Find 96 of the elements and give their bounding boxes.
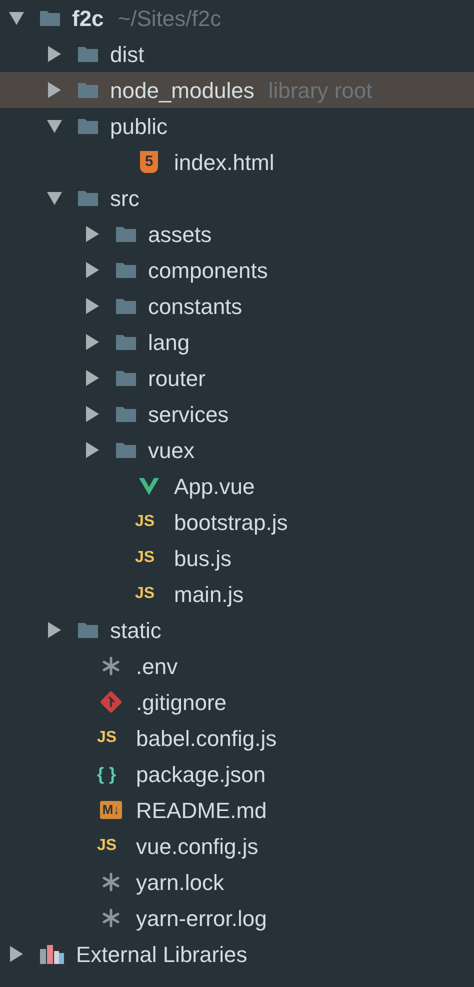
collapsed-arrow-icon[interactable] <box>46 82 62 98</box>
collapsed-arrow-icon[interactable] <box>46 622 62 638</box>
folder-icon <box>115 261 137 279</box>
item-label: src <box>110 184 140 212</box>
tree-row[interactable]: JS vue.config.js <box>0 828 474 864</box>
item-label: package.json <box>136 760 266 789</box>
tree-row[interactable]: JS bus.js <box>0 540 474 576</box>
folder-icon <box>115 225 137 243</box>
collapsed-arrow-icon[interactable] <box>84 262 100 278</box>
collapsed-arrow-icon[interactable] <box>46 46 62 62</box>
folder-icon <box>115 297 137 315</box>
js-icon: JS <box>135 586 163 602</box>
item-label: static <box>110 616 162 644</box>
tree-row[interactable]: node_modules library root <box>0 72 474 108</box>
expanded-arrow-icon[interactable] <box>8 10 24 26</box>
braces-icon: { } <box>97 765 125 783</box>
folder-icon <box>115 405 137 423</box>
expanded-arrow-icon[interactable] <box>46 118 62 134</box>
item-label: .env <box>136 652 178 680</box>
tree-row[interactable]: components <box>0 252 474 288</box>
tree-row[interactable]: App.vue <box>0 468 474 504</box>
folder-icon <box>115 369 137 387</box>
asterisk-icon <box>101 656 121 676</box>
item-label: yarn-error.log <box>136 904 267 933</box>
markdown-icon: M↓ <box>100 801 122 819</box>
tree-row[interactable]: constants <box>0 288 474 324</box>
item-label: components <box>148 256 268 285</box>
item-label: main.js <box>174 580 244 609</box>
asterisk-icon <box>101 908 121 928</box>
folder-icon <box>77 81 99 99</box>
item-label: constants <box>148 292 242 320</box>
tree-row[interactable]: M↓ README.md <box>0 792 474 828</box>
tree-row[interactable]: services <box>0 396 474 432</box>
item-label: App.vue <box>174 472 255 501</box>
tree-row[interactable]: yarn-error.log <box>0 900 474 936</box>
folder-icon <box>115 333 137 351</box>
item-label: yarn.lock <box>136 868 224 897</box>
tree-row[interactable]: .env <box>0 648 474 684</box>
vue-icon <box>138 477 160 495</box>
expanded-arrow-icon[interactable] <box>46 190 62 206</box>
item-label: public <box>110 112 168 141</box>
collapsed-arrow-icon[interactable] <box>84 442 100 458</box>
item-label: dist <box>110 40 144 68</box>
asterisk-icon <box>101 872 121 892</box>
tree-row[interactable]: assets <box>0 216 474 252</box>
item-label: router <box>148 364 206 392</box>
item-label: services <box>148 400 229 428</box>
item-label: assets <box>148 220 212 248</box>
collapsed-arrow-icon[interactable] <box>8 946 24 962</box>
tree-row[interactable]: vuex <box>0 432 474 468</box>
js-icon: JS <box>135 550 163 566</box>
collapsed-arrow-icon[interactable] <box>84 298 100 314</box>
tree-row[interactable]: lang <box>0 324 474 360</box>
item-label: vue.config.js <box>136 832 258 861</box>
item-label: node_modules <box>110 76 254 104</box>
item-label: bus.js <box>174 544 232 573</box>
item-hint: ~/Sites/f2c <box>118 4 222 32</box>
collapsed-arrow-icon[interactable] <box>84 406 100 422</box>
tree-row[interactable]: External Libraries <box>0 936 474 972</box>
tree-row[interactable]: router <box>0 360 474 396</box>
folder-icon <box>77 189 99 207</box>
folder-icon <box>77 117 99 135</box>
item-label: README.md <box>136 796 267 824</box>
tree-row[interactable]: 5 index.html <box>0 144 474 180</box>
item-label: External Libraries <box>76 940 248 968</box>
tree-row[interactable]: dist <box>0 36 474 72</box>
tree-row[interactable]: f2c ~/Sites/f2c <box>0 0 474 36</box>
item-hint: library root <box>268 76 372 105</box>
tree-row[interactable]: static <box>0 612 474 648</box>
books-icon <box>39 943 65 965</box>
js-icon: JS <box>97 838 125 854</box>
tree-row[interactable]: JS bootstrap.js <box>0 504 474 540</box>
tree-row[interactable]: src <box>0 180 474 216</box>
item-label: index.html <box>174 148 274 176</box>
collapsed-arrow-icon[interactable] <box>84 226 100 242</box>
js-icon: JS <box>135 514 163 530</box>
item-label: .gitignore <box>136 688 227 717</box>
tree-row[interactable]: public <box>0 108 474 144</box>
folder-icon <box>115 441 137 459</box>
tree-row[interactable]: .gitignore <box>0 684 474 720</box>
collapsed-arrow-icon[interactable] <box>84 370 100 386</box>
item-label: f2c <box>72 4 104 32</box>
html-icon: 5 <box>140 151 158 173</box>
item-label: lang <box>148 328 190 357</box>
item-label: babel.config.js <box>136 724 277 753</box>
folder-icon <box>77 45 99 63</box>
item-label: bootstrap.js <box>174 508 288 537</box>
item-label: vuex <box>148 436 194 464</box>
js-icon: JS <box>97 730 125 746</box>
tree-row[interactable]: { } package.json <box>0 756 474 792</box>
collapsed-arrow-icon[interactable] <box>84 334 100 350</box>
folder-icon <box>39 9 61 27</box>
tree-row[interactable]: JS main.js <box>0 576 474 612</box>
folder-icon <box>77 621 99 639</box>
tree-row[interactable]: JS babel.config.js <box>0 720 474 756</box>
tree-row[interactable]: yarn.lock <box>0 864 474 900</box>
